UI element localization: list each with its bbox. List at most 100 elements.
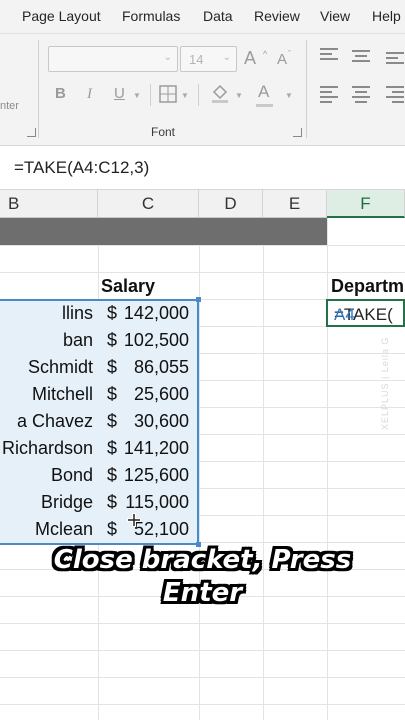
column-header-d[interactable]: D bbox=[199, 190, 263, 218]
gridline bbox=[0, 677, 405, 678]
name-cell[interactable]: Mclean bbox=[0, 516, 96, 543]
underline-icon[interactable]: U bbox=[114, 84, 125, 104]
salary-cell[interactable]: $86,055 bbox=[100, 354, 197, 381]
name-cell[interactable]: Richardson bbox=[0, 435, 96, 462]
chevron-down-icon: ⌄ bbox=[222, 52, 231, 63]
column-header-c[interactable]: C bbox=[98, 190, 199, 218]
chevron-down-icon: ⌄ bbox=[163, 52, 172, 63]
fill-color-icon[interactable] bbox=[210, 83, 230, 105]
divider bbox=[198, 84, 199, 106]
shrink-font-icon[interactable]: A bbox=[277, 50, 287, 70]
name-cell[interactable]: Mitchell bbox=[0, 381, 96, 408]
font-size-value: 14 bbox=[189, 52, 204, 67]
salary-value: 115,000 bbox=[125, 492, 189, 512]
align-right-icon[interactable] bbox=[386, 86, 404, 106]
font-color-dropdown-icon[interactable]: ▼ bbox=[285, 91, 293, 100]
gridline bbox=[327, 218, 328, 720]
tab-data[interactable]: Data bbox=[203, 8, 233, 24]
italic-icon[interactable]: I bbox=[87, 84, 92, 104]
salary-value: 86,055 bbox=[133, 357, 189, 377]
borders-icon[interactable] bbox=[159, 85, 177, 103]
name-cell[interactable]: Bond bbox=[0, 462, 96, 489]
currency-symbol: $ bbox=[107, 384, 118, 404]
formula-range-ref: A4 bbox=[334, 305, 355, 324]
salary-cell[interactable]: $102,500 bbox=[100, 327, 197, 354]
font-name-dropdown[interactable]: ⌄ bbox=[48, 46, 178, 72]
name-cell[interactable]: a Chavez bbox=[0, 408, 96, 435]
salary-cell[interactable]: $141,200 bbox=[100, 435, 197, 462]
gridline bbox=[263, 218, 264, 720]
active-cell-editor[interactable]: =TAKE(A4 bbox=[326, 299, 405, 327]
tab-help[interactable]: Help bbox=[372, 8, 401, 24]
department-header[interactable]: Departm bbox=[331, 273, 405, 300]
grow-font-caret: ^ bbox=[263, 49, 268, 59]
name-cell[interactable]: Schmidt bbox=[0, 354, 96, 381]
group-divider bbox=[38, 40, 39, 138]
gridline bbox=[199, 218, 200, 720]
grow-font-icon[interactable]: A bbox=[244, 48, 256, 68]
salary-cell[interactable]: $52,100 bbox=[100, 516, 197, 543]
tab-review[interactable]: Review bbox=[254, 8, 300, 24]
column-header-f[interactable]: F bbox=[327, 190, 405, 218]
gridline bbox=[0, 704, 405, 705]
salary-cell[interactable]: $25,600 bbox=[100, 381, 197, 408]
align-center-icon[interactable] bbox=[352, 86, 370, 106]
salary-value: 141,200 bbox=[123, 438, 189, 458]
shrink-font-caret: ˇ bbox=[288, 49, 291, 59]
borders-dropdown-icon[interactable]: ▼ bbox=[181, 91, 189, 100]
currency-symbol: $ bbox=[107, 303, 118, 323]
title-banner bbox=[0, 218, 327, 245]
name-cell[interactable]: llins bbox=[0, 300, 96, 327]
salary-cell[interactable]: $125,600 bbox=[100, 462, 197, 489]
clipboard-launcher-icon[interactable] bbox=[27, 128, 36, 137]
move-cursor-icon bbox=[127, 513, 141, 527]
salary-cell[interactable]: $142,000 bbox=[100, 300, 197, 327]
divider bbox=[150, 84, 151, 106]
watermark: XELPLUS | Leila G bbox=[380, 336, 390, 430]
column-header-label: B bbox=[8, 194, 20, 213]
font-color-swatch bbox=[256, 104, 273, 107]
column-header-b[interactable]: B bbox=[0, 190, 98, 218]
formula-bar[interactable]: =TAKE(A4:C12,3) bbox=[0, 146, 405, 190]
currency-symbol: $ bbox=[107, 519, 118, 539]
align-bottom-icon[interactable] bbox=[386, 52, 404, 67]
salary-header[interactable]: Salary bbox=[101, 273, 155, 300]
tab-formulas[interactable]: Formulas bbox=[122, 8, 180, 24]
salary-value: 30,600 bbox=[133, 411, 189, 431]
caption-line-1: Close bracket, Press bbox=[53, 545, 352, 575]
formula-text[interactable]: =TAKE(A4:C12,3) bbox=[14, 158, 149, 178]
align-top-icon[interactable] bbox=[320, 48, 338, 63]
name-cell[interactable]: ban bbox=[0, 327, 96, 354]
gridline bbox=[0, 245, 405, 246]
tab-page-layout[interactable]: Page Layout bbox=[22, 8, 101, 24]
font-size-dropdown[interactable]: 14 ⌄ bbox=[180, 46, 237, 72]
align-middle-icon[interactable] bbox=[352, 50, 370, 65]
font-color-icon[interactable]: A bbox=[258, 82, 269, 102]
currency-symbol: $ bbox=[107, 465, 118, 485]
ribbon-home: nter ⌄ 14 ⌄ A ^ A ˇ B I U ▼ ▼ ▼ A ▼ Font bbox=[0, 34, 405, 146]
gridline bbox=[0, 623, 405, 624]
caption-line-2: Enter bbox=[162, 578, 243, 608]
ribbon-tabs: Page Layout Formulas Data Review View He… bbox=[0, 0, 405, 34]
name-cell[interactable]: Bridge bbox=[0, 489, 96, 516]
currency-symbol: $ bbox=[107, 357, 118, 377]
currency-symbol: $ bbox=[107, 492, 118, 512]
font-launcher-icon[interactable] bbox=[293, 128, 302, 137]
gridline bbox=[0, 650, 405, 651]
salary-value: 125,600 bbox=[123, 465, 189, 485]
group-divider bbox=[306, 40, 307, 138]
salary-cell[interactable]: $30,600 bbox=[100, 408, 197, 435]
underline-dropdown-icon[interactable]: ▼ bbox=[133, 91, 141, 100]
salary-value: 102,500 bbox=[123, 330, 189, 350]
currency-symbol: $ bbox=[107, 411, 118, 431]
fill-color-dropdown-icon[interactable]: ▼ bbox=[235, 91, 243, 100]
align-left-icon[interactable] bbox=[320, 86, 338, 106]
currency-symbol: $ bbox=[107, 438, 118, 458]
ribbon-partial-label: nter bbox=[0, 100, 19, 112]
currency-symbol: $ bbox=[107, 330, 118, 350]
bold-icon[interactable]: B bbox=[55, 84, 66, 104]
column-header-e[interactable]: E bbox=[263, 190, 327, 218]
font-group-label: Font bbox=[151, 125, 176, 139]
salary-cell[interactable]: $115,000 bbox=[100, 489, 197, 516]
tab-view[interactable]: View bbox=[320, 8, 350, 24]
